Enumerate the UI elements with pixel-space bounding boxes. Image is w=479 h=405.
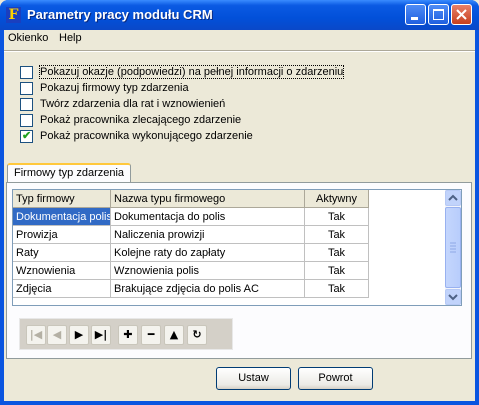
- cell-typ[interactable]: Zdjęcia: [13, 279, 111, 298]
- table-row[interactable]: Wznowienia Wznowienia polis Tak: [13, 261, 369, 280]
- scroll-down-button[interactable]: [445, 289, 461, 305]
- tab-panel: Typ firmowy Nazwa typu firmowego Aktywny…: [6, 182, 472, 359]
- maximize-icon: [433, 9, 444, 20]
- table-row[interactable]: Prowizja Naliczenia prowizji Tak: [13, 225, 369, 244]
- application-window: F Parametry pracy modułu CRM Okienko Hel…: [0, 0, 479, 405]
- last-record-icon[interactable]: ▶|: [91, 325, 111, 345]
- chevron-down-icon: [448, 294, 458, 301]
- window-client-area: Okienko Help Pokazuj okazje (podpowiedzi…: [4, 30, 475, 401]
- insert-icon[interactable]: ✚: [118, 325, 138, 345]
- table-row[interactable]: Raty Kolejne raty do zapłaty Tak: [13, 243, 369, 262]
- edit-icon[interactable]: ▲: [164, 325, 184, 345]
- scroll-thumb[interactable]: [445, 207, 461, 288]
- cell-aktywny[interactable]: Tak: [304, 279, 369, 298]
- tab-firmowy-typ-zdarzenia[interactable]: Firmowy typ zdarzenia: [7, 163, 132, 183]
- delete-icon[interactable]: ━: [141, 325, 161, 345]
- checkbox[interactable]: [20, 66, 33, 79]
- cell-nazwa[interactable]: Brakujące zdjęcia do polis AC: [110, 279, 305, 298]
- menu-help[interactable]: Help: [59, 32, 82, 44]
- cell-nazwa[interactable]: Naliczenia prowizji: [110, 225, 305, 244]
- checkmark-icon: ✔: [22, 130, 32, 142]
- cell-typ[interactable]: Prowizja: [13, 225, 111, 244]
- table-row[interactable]: Zdjęcia Brakujące zdjęcia do polis AC Ta…: [13, 279, 369, 298]
- prior-record-icon[interactable]: ◀: [47, 325, 67, 345]
- maximize-button[interactable]: [428, 4, 449, 25]
- scroll-up-button[interactable]: [445, 190, 461, 206]
- cell-nazwa[interactable]: Wznowienia polis: [110, 261, 305, 280]
- cell-nazwa[interactable]: Dokumentacja do polis: [110, 207, 305, 226]
- powrot-button[interactable]: Powrot: [298, 367, 373, 390]
- option-label: Pokazuj okazje (podpowiedzi) na pełnej i…: [38, 65, 345, 79]
- record-navigator: |◀ ◀ ▶ ▶| ✚ ━ ▲ ↻: [19, 318, 233, 350]
- menu-bar: Okienko Help: [4, 30, 475, 48]
- grid-table: Typ firmowy Nazwa typu firmowego Aktywny…: [13, 190, 369, 298]
- menu-okienko[interactable]: Okienko: [8, 32, 48, 44]
- chevron-up-icon: [448, 194, 458, 201]
- cell-nazwa[interactable]: Kolejne raty do zapłaty: [110, 243, 305, 262]
- checkbox[interactable]: [20, 114, 33, 127]
- option-label: Pokaż pracownika wykonującego zdarzenie: [40, 130, 253, 142]
- window-title: Parametry pracy modułu CRM: [27, 7, 213, 22]
- data-grid[interactable]: Typ firmowy Nazwa typu firmowego Aktywny…: [12, 189, 462, 306]
- cell-aktywny[interactable]: Tak: [304, 243, 369, 262]
- cell-typ[interactable]: Raty: [13, 243, 111, 262]
- first-record-icon[interactable]: |◀: [26, 325, 46, 345]
- cell-aktywny[interactable]: Tak: [304, 225, 369, 244]
- vertical-scrollbar[interactable]: [445, 190, 461, 305]
- cell-typ[interactable]: Dokumentacja polis: [13, 207, 111, 226]
- minimize-icon: [411, 17, 418, 20]
- title-bar[interactable]: F Parametry pracy modułu CRM: [0, 0, 479, 30]
- column-header-typ-firmowy[interactable]: Typ firmowy: [13, 190, 111, 208]
- checkbox-checked[interactable]: ✔: [20, 130, 33, 143]
- grip-icon: [450, 242, 456, 253]
- close-icon: [456, 9, 467, 20]
- cell-typ[interactable]: Wznowienia: [13, 261, 111, 280]
- column-header-nazwa[interactable]: Nazwa typu firmowego: [110, 190, 305, 208]
- menu-separator: [4, 50, 475, 52]
- option-label: Twórz zdarzenia dla rat i wznowienień: [40, 98, 226, 110]
- checkbox[interactable]: [20, 98, 33, 111]
- close-button[interactable]: [451, 4, 472, 25]
- cell-aktywny[interactable]: Tak: [304, 207, 369, 226]
- refresh-icon[interactable]: ↻: [187, 325, 207, 345]
- column-header-aktywny[interactable]: Aktywny: [304, 190, 369, 208]
- option-label: Pokaż pracownika zlecającego zdarzenie: [40, 114, 242, 126]
- ustaw-button[interactable]: Ustaw: [216, 367, 291, 390]
- checkbox[interactable]: [20, 82, 33, 95]
- table-row[interactable]: Dokumentacja polis Dokumentacja do polis…: [13, 207, 369, 226]
- next-record-icon[interactable]: ▶: [69, 325, 89, 345]
- option-label: Pokazuj firmowy typ zdarzenia: [40, 82, 189, 94]
- grid-header-row: Typ firmowy Nazwa typu firmowego Aktywny: [13, 190, 369, 208]
- minimize-button[interactable]: [405, 4, 426, 25]
- app-logo-icon: F: [6, 7, 21, 23]
- cell-aktywny[interactable]: Tak: [304, 261, 369, 280]
